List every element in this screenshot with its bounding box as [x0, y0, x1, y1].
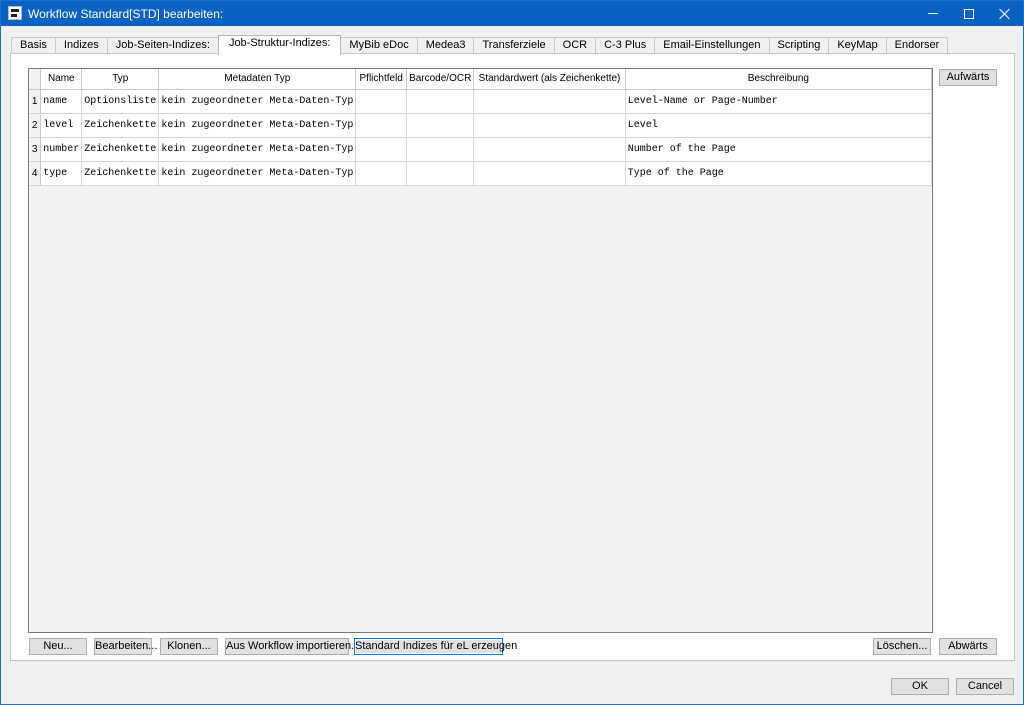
cell-pflichtfeld[interactable] [355, 113, 408, 138]
edit-button[interactable]: Bearbeiten... [94, 638, 157, 655]
tab-bar: Basis Indizes Job-Seiten-Indizes: Job-St… [11, 35, 949, 55]
cell-beschreibung[interactable]: Level [625, 113, 932, 138]
column-header-pflichtfeld[interactable]: Pflichtfeld [355, 69, 408, 90]
cell-standardwert[interactable] [473, 161, 626, 186]
cell-barcode-ocr[interactable] [406, 161, 475, 186]
clone-button[interactable]: Klonen... [160, 638, 218, 655]
title-bar[interactable]: Workflow Standard[STD] bearbeiten: [1, 1, 1023, 26]
minimize-icon [928, 13, 938, 14]
move-up-button[interactable]: Aufwärts [939, 69, 997, 86]
cell-typ[interactable]: Optionsliste [81, 89, 160, 114]
cell-name[interactable]: number [40, 137, 83, 162]
cell-pflichtfeld[interactable] [355, 137, 408, 162]
cell-pflichtfeld[interactable] [355, 161, 408, 186]
indices-table[interactable]: Name Typ Metadaten Typ Pflichtfeld Barco… [28, 68, 933, 633]
tab-job-seiten-indizes[interactable]: Job-Seiten-Indizes: [106, 37, 219, 54]
app-icon [8, 6, 22, 20]
cell-barcode-ocr[interactable] [406, 137, 475, 162]
delete-button[interactable]: Löschen... [873, 638, 931, 655]
cell-beschreibung[interactable]: Type of the Page [625, 161, 932, 186]
tab-transferziele[interactable]: Transferziele [473, 37, 555, 54]
column-header-standardwert[interactable]: Standardwert (als Zeichenkette) [473, 69, 626, 90]
cell-metadaten-typ[interactable]: kein zugeordneter Meta-Daten-Typ [158, 89, 357, 114]
row-number-header [29, 69, 42, 90]
column-header-name[interactable]: Name [40, 69, 83, 90]
move-down-button[interactable]: Abwärts [939, 638, 997, 655]
row-number: 3 [29, 137, 42, 162]
table-row[interactable]: 4 type Zeichenkette kein zugeordneter Me… [29, 161, 932, 186]
table-row[interactable]: 1 name Optionsliste kein zugeordneter Me… [29, 89, 932, 114]
cell-barcode-ocr[interactable] [406, 89, 475, 114]
tab-scripting[interactable]: Scripting [768, 37, 830, 54]
cancel-button[interactable]: Cancel [956, 678, 1014, 695]
window-title: Workflow Standard[STD] bearbeiten: [28, 7, 224, 21]
tab-keymap[interactable]: KeyMap [828, 37, 887, 54]
row-number: 4 [29, 161, 42, 186]
close-icon [999, 8, 1011, 20]
row-number: 1 [29, 89, 42, 114]
table-row[interactable]: 2 level Zeichenkette kein zugeordneter M… [29, 113, 932, 138]
row-number: 2 [29, 113, 42, 138]
cell-name[interactable]: level [40, 113, 83, 138]
cell-barcode-ocr[interactable] [406, 113, 475, 138]
workflow-dialog: Workflow Standard[STD] bearbeiten: Basis… [0, 0, 1024, 705]
indices-grid: Name Typ Metadaten Typ Pflichtfeld Barco… [29, 69, 932, 186]
tab-mybib-edoc[interactable]: MyBib eDoc [340, 37, 418, 54]
table-row[interactable]: 3 number Zeichenkette kein zugeordneter … [29, 137, 932, 162]
table-header-row: Name Typ Metadaten Typ Pflichtfeld Barco… [29, 69, 932, 90]
cell-standardwert[interactable] [473, 113, 626, 138]
column-header-metadaten-typ[interactable]: Metadaten Typ [158, 69, 357, 90]
tab-medea3[interactable]: Medea3 [416, 37, 475, 54]
tab-indizes[interactable]: Indizes [54, 37, 108, 54]
close-button[interactable] [982, 1, 1024, 26]
maximize-icon [964, 8, 974, 19]
tab-panel-job-struktur-indizes: Name Typ Metadaten Typ Pflichtfeld Barco… [10, 53, 1015, 661]
cell-name[interactable]: name [40, 89, 83, 114]
create-standard-indices-button[interactable]: Standard Indizes für eL erzeugen [354, 638, 517, 655]
column-header-typ[interactable]: Typ [81, 69, 160, 90]
cell-typ[interactable]: Zeichenkette [81, 137, 160, 162]
cell-beschreibung[interactable]: Level-Name or Page-Number [625, 89, 932, 114]
column-header-barcode-ocr[interactable]: Barcode/OCR [406, 69, 475, 90]
tab-c3-plus[interactable]: C-3 Plus [595, 37, 656, 54]
tab-job-struktur-indizes[interactable]: Job-Struktur-Indizes: [217, 35, 342, 55]
tab-basis[interactable]: Basis [11, 37, 56, 54]
cell-standardwert[interactable] [473, 89, 626, 114]
cell-pflichtfeld[interactable] [355, 89, 408, 114]
cell-metadaten-typ[interactable]: kein zugeordneter Meta-Daten-Typ [158, 113, 357, 138]
tab-ocr[interactable]: OCR [553, 37, 597, 54]
ok-button[interactable]: OK [891, 678, 949, 695]
cell-beschreibung[interactable]: Number of the Page [625, 137, 932, 162]
column-header-beschreibung[interactable]: Beschreibung [625, 69, 932, 90]
cell-standardwert[interactable] [473, 137, 626, 162]
import-from-workflow-button[interactable]: Aus Workflow importieren... [225, 638, 360, 655]
cell-typ[interactable]: Zeichenkette [81, 161, 160, 186]
tab-email-einstellungen[interactable]: Email-Einstellungen [654, 37, 770, 54]
tab-endorser[interactable]: Endorser [885, 37, 949, 54]
cell-typ[interactable]: Zeichenkette [81, 113, 160, 138]
new-button[interactable]: Neu... [29, 638, 87, 655]
cell-name[interactable]: type [40, 161, 83, 186]
cell-metadaten-typ[interactable]: kein zugeordneter Meta-Daten-Typ [158, 161, 357, 186]
cell-metadaten-typ[interactable]: kein zugeordneter Meta-Daten-Typ [158, 137, 357, 162]
